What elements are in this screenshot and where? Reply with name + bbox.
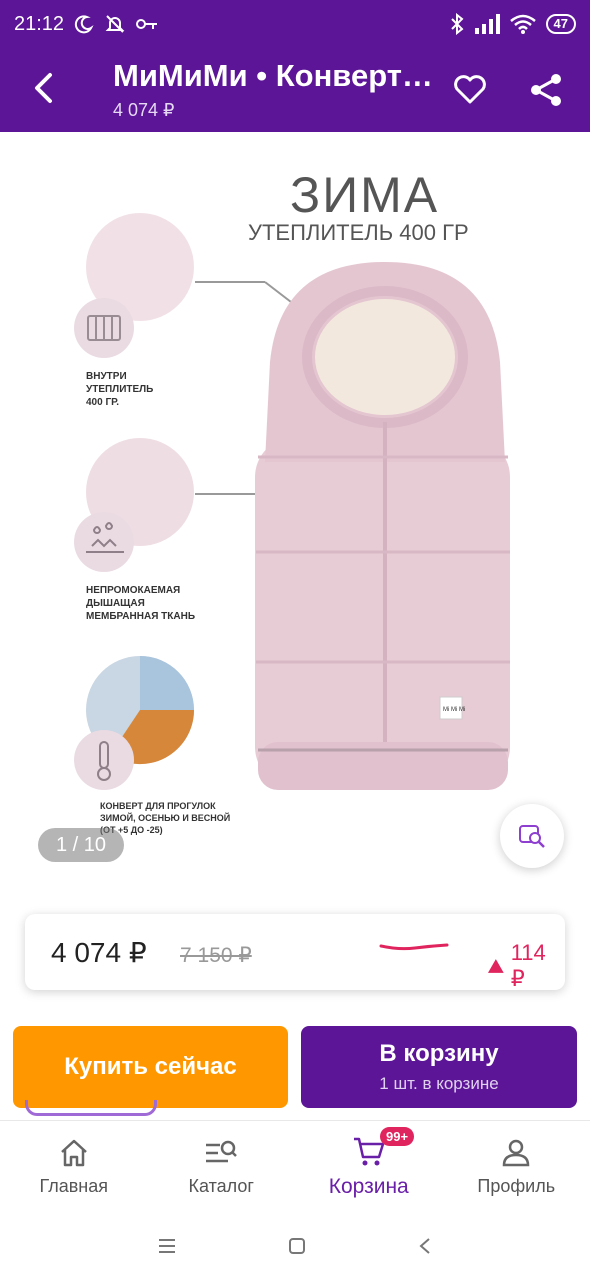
menu-icon[interactable] — [157, 1237, 177, 1255]
cart-badge: 99+ — [380, 1127, 415, 1146]
back-button[interactable] — [24, 68, 64, 108]
signal-icon — [474, 14, 500, 34]
nav-label-cart: Корзина — [328, 1174, 409, 1198]
add-to-cart-button[interactable]: В корзину 1 шт. в корзине — [301, 1026, 577, 1108]
home-square-icon[interactable] — [287, 1236, 307, 1256]
feature-text-membrane: НЕПРОМОКАЕМАЯ ДЫШАЩАЯ МЕМБРАННАЯ ТКАНЬ — [86, 585, 196, 622]
key-icon — [136, 19, 158, 29]
wifi-icon — [509, 14, 536, 34]
gallery-counter: 1 / 10 — [38, 828, 124, 862]
share-icon — [531, 74, 561, 106]
catalog-search-icon — [204, 1136, 238, 1170]
snow-segment — [140, 656, 194, 710]
nav-label-home: Главная — [39, 1176, 108, 1196]
product-photo: Mi Mi Mi — [74, 213, 510, 790]
visual-search-button[interactable] — [500, 804, 564, 868]
feature-text-seasons: КОНВЕРТ ДЛЯ ПРОГУЛОК ЗИМОЙ, ОСЕНЬЮ И ВЕС… — [100, 801, 231, 835]
image-search-icon — [519, 825, 545, 848]
price-change: 114 ₽ — [487, 940, 565, 992]
nav-item-catalog[interactable]: Каталог — [148, 1121, 296, 1212]
bag-tag-text: Mi Mi Mi — [443, 707, 465, 713]
moon-icon — [74, 15, 94, 34]
battery-indicator: 47 — [545, 14, 576, 34]
profile-icon — [499, 1136, 533, 1170]
sleeping-bag — [255, 262, 510, 790]
price-change-value: 114 ₽ — [510, 940, 546, 991]
nav-label-catalog: Каталог — [188, 1176, 254, 1196]
price-card[interactable]: 4 074 ₽ 7 150 ₽ 114 ₽ — [25, 914, 565, 992]
back-arrow-icon — [35, 73, 52, 103]
status-left: 21:12 — [14, 13, 158, 36]
status-bar: 21:12 47 — [0, 0, 590, 48]
add-to-cart-label: В корзину — [379, 1040, 499, 1067]
old-price: 7 150 ₽ — [180, 944, 252, 967]
price-trend-sparkline — [379, 943, 449, 951]
peek-element — [25, 1100, 157, 1116]
product-title: МиМиМи • Конверт… — [113, 58, 433, 93]
app-header: МиМиМи • Конверт… 4 074 ₽ — [0, 48, 590, 132]
header-price: 4 074 ₽ — [113, 100, 175, 120]
status-time: 21:12 — [14, 12, 65, 35]
cart-count-label: 1 шт. в корзине — [379, 1074, 499, 1093]
feature-text-insulation: ВНУТРИ УТЕПЛИТЕЛЬ 400 ГР. — [86, 371, 154, 408]
buy-now-button[interactable]: Купить сейчас — [13, 1026, 288, 1108]
back-triangle-icon[interactable] — [417, 1236, 433, 1256]
nav-item-cart[interactable]: 99+ Корзина — [295, 1121, 443, 1212]
nav-item-profile[interactable]: Профиль — [443, 1121, 590, 1212]
share-button[interactable] — [524, 68, 568, 112]
status-right: 47 — [450, 13, 576, 35]
triangle-up-icon — [487, 959, 504, 973]
system-nav-bar — [0, 1212, 590, 1280]
nav-item-home[interactable]: Главная — [0, 1121, 148, 1212]
drop-icon-bg — [74, 512, 134, 572]
home-icon — [57, 1136, 91, 1170]
mute-bell-icon — [105, 15, 125, 33]
product-image-gallery[interactable]: ЗИМА УТЕПЛИТЕЛЬ 400 ГР Mi Mi Mi ВНУТРИ У… — [0, 132, 590, 892]
nav-label-profile: Профиль — [477, 1176, 556, 1196]
favorite-button[interactable] — [448, 68, 492, 112]
bluetooth-icon — [450, 13, 464, 35]
current-price: 4 074 ₽ — [51, 937, 147, 968]
heart-icon — [454, 75, 486, 104]
bottom-nav: Главная Каталог 99+ Корзина Профиль — [0, 1120, 590, 1212]
